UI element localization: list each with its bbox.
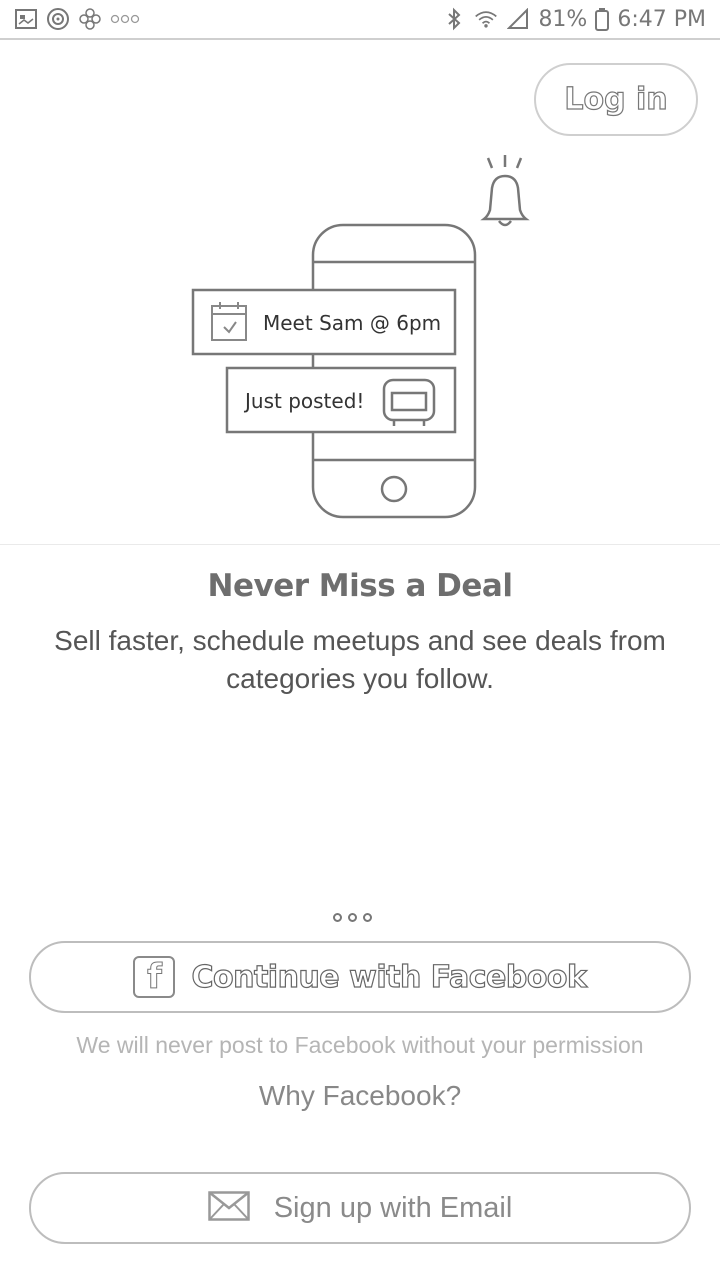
phone-notification-illustration [191, 155, 530, 519]
status-bar-right: 81% 6:47 PM [442, 7, 706, 32]
wifi-icon [474, 7, 498, 31]
page-dot-3[interactable] [363, 913, 372, 922]
continue-with-facebook-button[interactable]: f Continue with Facebook [29, 941, 691, 1013]
facebook-icon: f [133, 956, 176, 998]
page-indicator [333, 913, 372, 922]
meetup-card-text: Meet Sam @ 6pm [263, 311, 442, 335]
subtitle-line-1: Sell faster, schedule meetups and see de… [54, 625, 666, 656]
flower-icon [78, 7, 102, 31]
subtitle-line-2: categories you follow. [226, 663, 494, 694]
facebook-permission-note: We will never post to Facebook without y… [76, 1032, 644, 1058]
status-bar-left [14, 7, 140, 31]
more-notifications-icon [110, 7, 140, 31]
page-dot-2[interactable] [348, 913, 357, 922]
onboarding-illustration: Meet Sam @ 6pm Just posted! [0, 140, 720, 540]
envelope-icon [207, 1190, 250, 1226]
status-bar: 81% 6:47 PM [0, 0, 720, 40]
clock: 6:47 PM [617, 6, 706, 32]
page-dot-1[interactable] [333, 913, 342, 922]
email-button-label: Sign up with Email [273, 1191, 513, 1224]
bluetooth-icon [442, 7, 466, 31]
battery-icon [595, 7, 610, 31]
section-divider [0, 544, 720, 545]
gallery-icon [14, 7, 38, 31]
bell-icon [480, 155, 530, 227]
page-title: Never Miss a Deal [207, 568, 513, 604]
target-icon [46, 7, 70, 31]
facebook-button-label: Continue with Facebook [191, 959, 588, 995]
signal-icon [506, 7, 530, 31]
page-subtitle: Sell faster, schedule meetups and see de… [20, 622, 700, 698]
sign-up-with-email-button[interactable]: Sign up with Email [29, 1172, 691, 1244]
login-button[interactable]: Log in [534, 63, 698, 136]
battery-percent: 81% [538, 6, 588, 32]
why-facebook-link[interactable]: Why Facebook? [0, 1080, 720, 1112]
posted-card-text: Just posted! [245, 389, 365, 413]
